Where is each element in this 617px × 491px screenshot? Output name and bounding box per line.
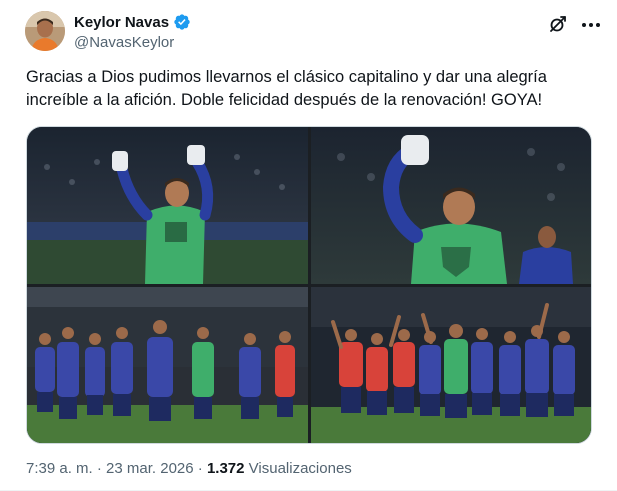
meta-separator: · [96, 460, 102, 477]
more-icon[interactable] [580, 14, 602, 36]
tweet-card[interactable]: Keylor Navas @NavasKeylor Gracias a Dios… [0, 0, 617, 491]
tweet-photo-3[interactable] [27, 287, 308, 443]
tweet-date[interactable]: 23 mar. 2026 [106, 460, 194, 477]
author-display-name[interactable]: Keylor Navas [74, 14, 169, 31]
media-grid [26, 126, 592, 444]
avatar-image [25, 11, 65, 51]
tweet-meta: 7:39 a. m. · 23 mar. 2026 · 1.372 Visual… [26, 460, 352, 477]
author-handle[interactable]: @NavasKeylor [74, 34, 174, 51]
avatar[interactable] [25, 11, 65, 51]
tweet-photo-1[interactable] [27, 127, 308, 284]
author-name-row[interactable]: Keylor Navas [74, 13, 191, 31]
meta-separator: · [197, 460, 203, 477]
verified-badge-icon[interactable] [173, 13, 191, 31]
views-count: 1.372 [206, 460, 245, 477]
tweet-photo-2[interactable] [311, 127, 591, 284]
views-label: Visualizaciones [248, 460, 352, 477]
tweet-photo-4[interactable] [311, 287, 591, 443]
tweet-time[interactable]: 7:39 a. m. [26, 460, 93, 477]
grok-icon[interactable] [548, 14, 568, 34]
tweet-text: Gracias a Dios pudimos llevarnos el clás… [26, 68, 547, 109]
